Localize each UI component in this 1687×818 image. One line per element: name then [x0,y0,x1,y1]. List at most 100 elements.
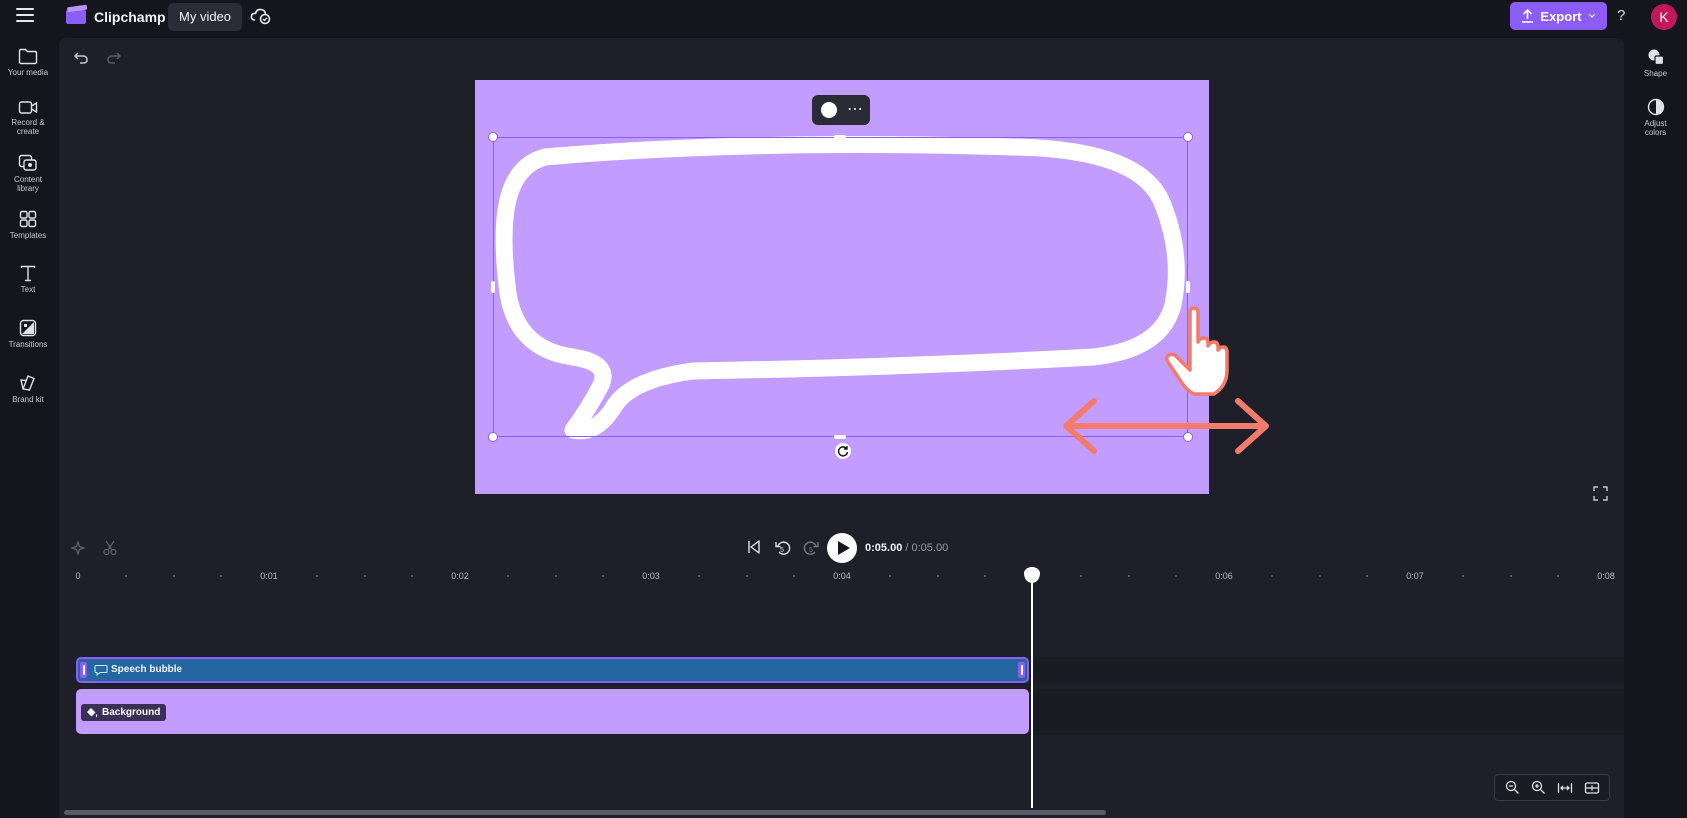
text-icon [20,265,36,282]
hand-cursor-icon [1164,306,1229,396]
rotate-icon [837,446,849,457]
redo-icon[interactable] [106,51,122,65]
content-library-icon [18,154,37,171]
rewind-5-button[interactable]: 5 [773,538,793,558]
sidebar-item-brand-kit[interactable]: Brand kit [0,374,56,404]
zoom-out-icon[interactable] [1505,780,1520,795]
clip-trim-handle-left[interactable] [80,662,87,678]
fill-color-button[interactable] [821,102,837,118]
upload-icon [1522,9,1534,23]
ruler-tick-label: 0:01 [260,571,278,581]
forward-5-button[interactable]: 5 [801,538,821,558]
cloud-sync-icon[interactable] [250,6,272,26]
ruler-tick-mark [1318,575,1321,577]
chevron-down-icon [1588,13,1596,18]
ruler-tick-mark [1509,575,1512,577]
brand-kit-icon [20,375,35,391]
rewind-seconds: 5 [780,547,784,554]
ruler-tick-label: 0:03 [642,571,660,581]
timecode: 0:05.00 / 0:05.00 [865,542,948,554]
sidebar-item-text[interactable]: Text [0,265,56,294]
ruler-tick-mark [315,575,318,577]
timeline-layout-icon[interactable] [1584,781,1600,795]
ruler-tick-mark [745,575,748,577]
more-options-icon[interactable]: ⋯ [847,99,864,119]
ruler-tick-mark [363,575,366,577]
track-lane [1030,689,1624,735]
timeline-tools [70,540,118,561]
timeline-clip-speech-bubble[interactable]: Speech bubble [76,657,1029,683]
horizontal-scrollbar[interactable] [64,810,1106,815]
sidebar-item-content-library[interactable]: Content library [0,154,56,193]
resize-handle-bottom[interactable] [834,435,846,439]
transitions-icon [19,319,37,337]
app-name: Clipchamp [94,9,166,25]
clip-label: Speech bubble [111,664,183,675]
undo-icon[interactable] [73,51,89,65]
timeline-clip-background[interactable]: Background [76,689,1029,734]
shape-icon [1648,49,1664,66]
ruler-tick-label: 0:06 [1215,571,1233,581]
sidebar-label: Text [20,285,36,294]
resize-handle-top[interactable] [834,135,846,139]
zoom-controls [1494,774,1610,801]
rotate-handle[interactable] [835,443,851,459]
track-lane [1030,657,1624,684]
ruler-tick-mark [1127,575,1130,577]
folder-icon [18,48,38,65]
ruler-tick-mark [936,575,939,577]
sidebar-item-templates[interactable]: Templates [0,210,56,240]
resize-arrow-icon [1063,398,1269,454]
speech-bubble-icon [94,664,108,676]
adjust-colors-icon [1647,98,1664,116]
sidebar-label: Shape [1643,69,1668,78]
play-button[interactable] [827,533,857,563]
resize-handle-bottom-left[interactable] [488,432,498,442]
ruler-tick-mark [1270,575,1273,577]
export-button[interactable]: Export [1510,2,1607,30]
fit-to-width-icon[interactable] [1557,781,1573,795]
export-label: Export [1540,8,1582,24]
project-title[interactable]: My video [168,3,243,31]
current-time: 0:05.00 [865,542,903,554]
fullscreen-icon[interactable] [1593,486,1608,501]
ruler-tick-label: 0:07 [1406,571,1424,581]
floating-toolbar: ⋯ [812,95,870,125]
ruler-tick-mark [124,575,127,577]
sidebar-label: Adjust colors [1644,119,1667,137]
ruler-tick-mark [1461,575,1464,577]
avatar[interactable]: K [1651,4,1677,30]
ruler-tick-label: 0:04 [833,571,851,581]
ruler-tick-label: 0 [75,571,81,581]
sidebar-label: Transitions [8,340,48,349]
clip-trim-handle-right[interactable] [1018,662,1025,678]
sidebar-item-transitions[interactable]: Transitions [0,319,56,349]
ruler-tick-mark [888,575,891,577]
sidebar-item-shape[interactable]: Shape [1624,48,1687,78]
resize-handle-right[interactable] [1186,281,1190,293]
total-time: / 0:05.00 [905,542,949,554]
zoom-in-icon[interactable] [1531,780,1546,795]
scissors-icon[interactable] [102,540,118,556]
ruler-tick-mark [697,575,700,577]
sidebar-item-record-create[interactable]: Record & create [0,100,56,136]
playhead[interactable] [1031,578,1033,808]
resize-handle-top-left[interactable] [488,132,498,142]
skip-to-start-icon[interactable] [746,539,762,555]
clip-label: Background [102,707,161,718]
magic-edit-icon[interactable] [70,540,86,556]
sidebar-label: Content library [13,175,43,193]
ruler-tick-mark [554,575,557,577]
resize-handle-left[interactable] [491,281,495,293]
camera-icon [18,101,38,114]
sidebar-item-your-media[interactable]: Your media [0,48,56,77]
selection-frame[interactable] [493,137,1188,437]
menu-icon[interactable] [16,8,34,22]
ruler-tick-mark [172,575,175,577]
sidebar-item-adjust-colors[interactable]: Adjust colors [1624,98,1687,137]
resize-handle-top-right[interactable] [1183,132,1193,142]
sidebar-label: Brand kit [12,395,44,404]
templates-icon [19,210,37,228]
help-button[interactable]: ? [1617,7,1625,24]
forward-seconds: 5 [809,547,813,554]
